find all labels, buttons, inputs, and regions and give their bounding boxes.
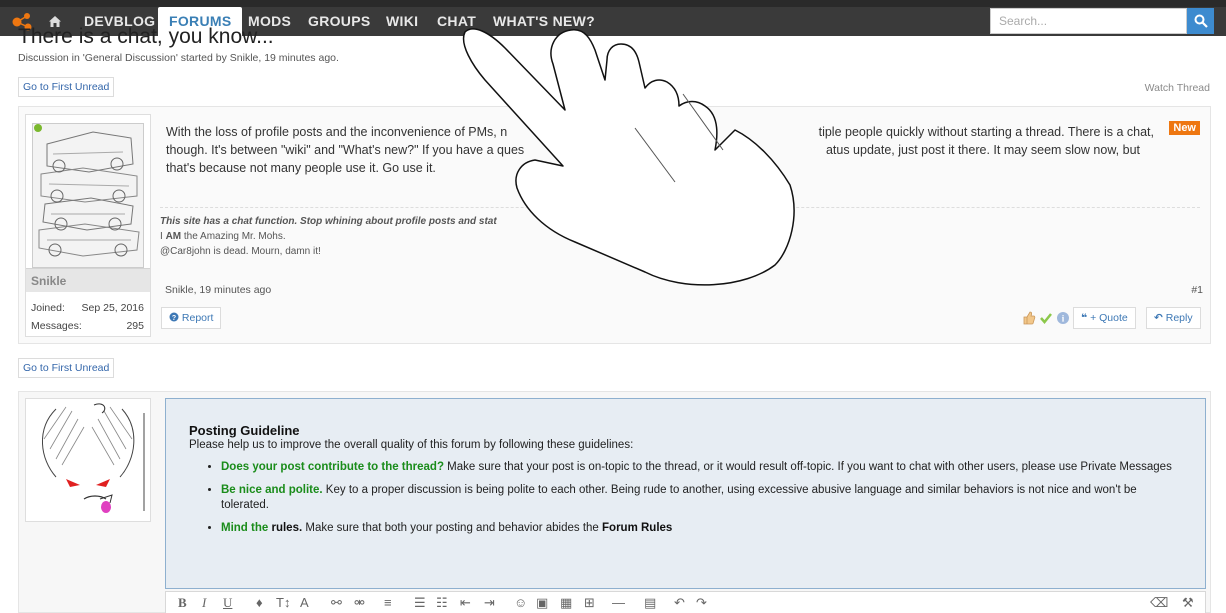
my-avatar-image (26, 399, 150, 521)
signature-line1-b: ! (786, 216, 790, 227)
align-icon[interactable]: ≡ (384, 595, 392, 610)
signature-line3: @Car8john is dead. Mourn, damn it! (160, 246, 321, 257)
post-text-line1-b: tiple people quickly without starting a … (818, 125, 1154, 139)
quote-label: + Quote (1090, 312, 1128, 324)
guideline-item: Does your post contribute to the thread?… (221, 460, 1182, 475)
first-unread-button-bottom[interactable]: Go to First Unread (18, 358, 115, 378)
post-text-line2-b: atus update, just post it there. It may … (825, 143, 1140, 157)
reply-label: Reply (1165, 312, 1193, 324)
remove-format-icon[interactable]: ⌫ (1150, 595, 1168, 611)
reply-icon: ↶ (1154, 312, 1163, 324)
search-icon (1194, 14, 1208, 28)
font-family-icon[interactable]: A (300, 595, 309, 610)
text-color-icon[interactable]: ♦ (256, 595, 263, 610)
joined-label: Joined: (31, 302, 65, 314)
indent-icon[interactable]: ⇥ (484, 595, 495, 611)
post-text-line2-a: though. It's between "wiki" and "What's … (166, 143, 525, 157)
post-number[interactable]: #1 (1191, 284, 1203, 296)
editor-toolbar: B I U ♦ T↕ A ⚯ ⚮ ≡ ☰ ☷ ⇤ ⇥ ☺ ▣ ▦ ⊞ — ▤ ↶… (165, 591, 1206, 613)
avatar-sketch-image (33, 124, 143, 267)
underline-button[interactable]: U (223, 595, 232, 611)
smilie-icon[interactable]: ☺ (514, 595, 527, 610)
first-unread-button-top[interactable]: Go to First Unread (18, 77, 115, 97)
info-icon[interactable]: i (1056, 311, 1070, 325)
undo-icon[interactable]: ↶ (674, 595, 685, 611)
forum-rules-link[interactable]: Forum Rules (602, 522, 672, 534)
report-icon: ? (169, 312, 179, 322)
bold-button[interactable]: B (178, 595, 187, 611)
like-icon[interactable] (1022, 311, 1036, 325)
post-text-line1-a: With the loss of profile posts and the i… (166, 125, 508, 139)
reply-button[interactable]: ↶ Reply (1146, 307, 1201, 329)
svg-text:?: ? (172, 315, 176, 322)
tab-chat[interactable]: CHAT (437, 7, 476, 36)
signature: This site has a chat function. Stop whin… (160, 207, 1200, 259)
post-text-line3: that's because not many people use it. G… (166, 161, 436, 175)
post-author-name[interactable]: Snikle (26, 268, 150, 292)
search-input[interactable]: Search... (990, 8, 1187, 34)
quick-reply-area: Posting Guideline Please help us to impr… (18, 391, 1211, 613)
media-icon[interactable]: ▦ (560, 595, 572, 611)
number-list-icon[interactable]: ☷ (436, 595, 448, 611)
link-icon[interactable]: ⚯ (331, 595, 342, 611)
messages-stat: Messages: 295 (31, 320, 144, 332)
agree-icon[interactable] (1039, 311, 1053, 325)
messages-value: 295 (126, 320, 144, 332)
font-size-icon[interactable]: T↕ (276, 595, 290, 610)
signature-line1-a: This site has a chat function. Stop whin… (160, 216, 497, 227)
my-avatar[interactable] (25, 398, 151, 522)
signature-line2: I AM the Amazing Mr. Mohs. (160, 231, 286, 242)
bullet-list-icon[interactable]: ☰ (414, 595, 426, 611)
insert-icon[interactable]: ⊞ (584, 595, 595, 611)
post-message-body: With the loss of profile posts and the i… (166, 123, 1154, 177)
new-badge: New (1169, 121, 1200, 135)
reaction-icons: i (1022, 311, 1070, 325)
report-button[interactable]: ? Report (161, 307, 222, 329)
quote-button[interactable]: ❝ + Quote (1073, 307, 1136, 329)
quote-icon: ❝ (1081, 312, 1088, 324)
joined-stat: Joined: Sep 25, 2016 (31, 302, 144, 314)
post-container: Snikle Joined: Sep 25, 2016 Messages: 29… (18, 106, 1211, 344)
outdent-icon[interactable]: ⇤ (460, 595, 471, 611)
thread-meta: Discussion in 'General Discussion' start… (18, 52, 339, 64)
messages-label: Messages: (31, 320, 82, 332)
redo-icon[interactable]: ↷ (696, 595, 707, 611)
image-icon[interactable]: ▣ (536, 595, 548, 611)
post-date[interactable]: Snikle, 19 minutes ago (165, 284, 271, 296)
tab-groups[interactable]: GROUPS (308, 7, 370, 36)
report-label: Report (181, 312, 214, 324)
settings-wrench-icon[interactable]: ⚒ (1182, 595, 1194, 611)
posting-guideline: Posting Guideline Please help us to impr… (165, 398, 1206, 589)
tab-whats-new[interactable]: WHAT'S NEW? (493, 7, 595, 36)
search-button[interactable] (1187, 8, 1214, 34)
italic-button[interactable]: I (202, 595, 206, 611)
guideline-title: Posting Guideline (189, 423, 300, 438)
watch-thread-link[interactable]: Watch Thread (1145, 82, 1210, 94)
avatar[interactable] (32, 123, 144, 268)
online-status-icon (34, 124, 42, 132)
save-draft-icon[interactable]: ▤ (644, 595, 656, 611)
horizontal-rule-icon[interactable]: — (612, 595, 625, 610)
unlink-icon[interactable]: ⚮ (354, 595, 365, 611)
user-card: Snikle Joined: Sep 25, 2016 Messages: 29… (25, 114, 151, 337)
guideline-list: Does your post contribute to the thread?… (189, 460, 1182, 536)
guideline-intro: Please help us to improve the overall qu… (189, 439, 634, 451)
guideline-item: Mind the rules. Make sure that both your… (221, 521, 1182, 536)
thread-title: There is a chat, you know... (18, 25, 274, 48)
joined-value: Sep 25, 2016 (81, 302, 144, 314)
tab-wiki[interactable]: WIKI (386, 7, 418, 36)
guideline-item: Be nice and polite. Key to a proper disc… (221, 483, 1182, 513)
